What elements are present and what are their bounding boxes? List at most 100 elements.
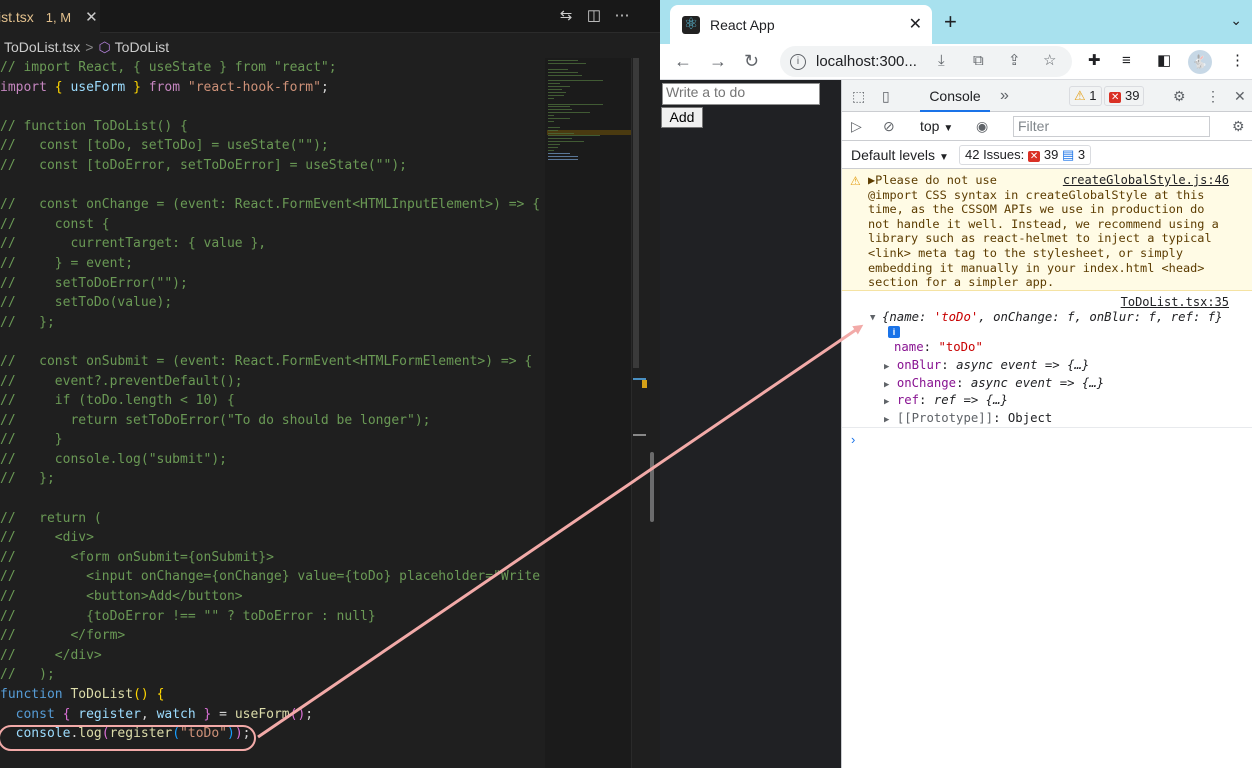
prop-prototype-row[interactable]: ▶ [[Prototype]]: Object <box>884 411 1052 425</box>
more-icon[interactable]: ⋯ <box>612 6 632 26</box>
code-line[interactable]: const { register, watch } = useForm(); <box>0 705 545 725</box>
code-line[interactable]: // } <box>0 430 545 450</box>
code-line[interactable]: // currentTarget: { value }, <box>0 234 545 254</box>
log-source-link[interactable]: ToDoList.tsx:35 <box>1121 295 1229 309</box>
breadcrumb-symbol[interactable]: ToDoList <box>115 39 169 55</box>
warning-count-badge[interactable]: ⚠ 1 <box>1069 86 1102 106</box>
kebab-menu-icon[interactable]: ⋮ <box>1230 51 1245 71</box>
code-line[interactable]: // event?.preventDefault(); <box>0 372 545 392</box>
code-line[interactable] <box>0 332 545 352</box>
code-line[interactable]: // const [toDoError, setToDoError] = use… <box>0 156 545 176</box>
code-line[interactable]: // return setToDoError("To do should be … <box>0 411 545 431</box>
address-bar[interactable]: i localhost:300... <box>780 46 1072 77</box>
code-line[interactable]: // ); <box>0 665 545 685</box>
info-icon[interactable]: i <box>888 326 900 338</box>
code-line[interactable]: // const onChange = (event: React.FormEv… <box>0 195 545 215</box>
close-icon[interactable]: ✕ <box>1234 88 1246 104</box>
bookmark-star-icon[interactable]: ☆ <box>1043 51 1056 71</box>
code-line[interactable] <box>0 176 545 196</box>
chevron-right-icon: > <box>85 39 94 55</box>
install-icon[interactable]: ⤓ <box>938 51 945 71</box>
gear-icon[interactable]: ⚙ <box>1232 118 1245 134</box>
code-line[interactable]: // <div> <box>0 528 545 548</box>
kebab-menu-icon[interactable]: ⋮ <box>1206 88 1220 104</box>
new-tab-button[interactable]: + <box>944 10 957 34</box>
clear-console-icon[interactable]: ⊘ <box>883 118 895 134</box>
code-line[interactable]: // </form> <box>0 626 545 646</box>
close-icon[interactable]: ✕ <box>909 14 922 34</box>
inspect-element-icon[interactable]: ⬚ <box>852 88 865 104</box>
object-summary[interactable]: ▼ {name: 'toDo', onChange: f, onBlur: f, … <box>870 310 1223 324</box>
code-line[interactable] <box>0 97 545 117</box>
code-line[interactable]: // import React, { useState } from "reac… <box>0 58 545 78</box>
default-levels-dropdown[interactable]: Default levels ▼ <box>851 147 949 163</box>
git-compare-icon[interactable]: ⇆ <box>556 6 576 26</box>
info-icon[interactable]: i <box>790 53 806 70</box>
chevron-down-icon[interactable]: ⌄ <box>1230 12 1242 29</box>
console-levels-row: Default levels ▼ 42 Issues: ✕ 39 ▤ 3 <box>842 141 1252 169</box>
react-logo-icon: ⚛ <box>682 15 700 34</box>
context-selector[interactable]: top ▼ <box>920 118 953 134</box>
extensions-icon[interactable]: ✚ <box>1088 51 1101 71</box>
breadcrumb-file[interactable]: ToDoList.tsx <box>4 39 80 55</box>
minimap-line <box>548 103 603 105</box>
code-line[interactable]: // <form onSubmit={onSubmit}> <box>0 548 545 568</box>
code-line[interactable]: // }; <box>0 313 545 333</box>
code-line[interactable]: // console.log("submit"); <box>0 450 545 470</box>
issues-button[interactable]: 42 Issues: ✕ 39 ▤ 3 <box>959 145 1092 165</box>
side-panel-icon[interactable]: ◧ <box>1157 51 1171 71</box>
media-control-icon[interactable]: ≡ <box>1122 51 1131 71</box>
code-line[interactable]: // setToDoError(""); <box>0 274 545 294</box>
editor-tab-todolist[interactable]: ist.tsx 1, M ✕ <box>0 0 100 33</box>
code-area[interactable]: // import React, { useState } from "reac… <box>0 58 545 744</box>
code-line[interactable]: // }; <box>0 469 545 489</box>
code-line[interactable] <box>0 489 545 509</box>
code-line[interactable]: // </div> <box>0 646 545 666</box>
code-line[interactable]: // <button>Add</button> <box>0 587 545 607</box>
code-line[interactable]: // <input onChange={onChange} value={toD… <box>0 567 545 587</box>
filter-input[interactable]: Filter <box>1013 116 1210 137</box>
device-toolbar-icon[interactable]: ▯ <box>882 88 890 104</box>
browser-tab-react-app[interactable]: ⚛ React App ✕ <box>670 5 932 44</box>
split-sash[interactable] <box>650 452 654 522</box>
eye-icon[interactable]: ◉ <box>976 118 988 134</box>
split-editor-icon[interactable]: ◫ <box>584 6 604 26</box>
code-line[interactable]: // } = event; <box>0 254 545 274</box>
error-count-badge[interactable]: ✕ 39 <box>1104 86 1145 106</box>
code-line[interactable]: // return ( <box>0 509 545 529</box>
share-icon[interactable]: ⇪ <box>1008 51 1021 71</box>
code-line[interactable]: // const onSubmit = (event: React.FormEv… <box>0 352 545 372</box>
prop-ref-row[interactable]: ▶ ref: ref => {…} <box>884 393 1008 407</box>
editor-scrollbar[interactable] <box>631 58 647 768</box>
avatar[interactable]: 🐇 <box>1188 50 1212 74</box>
minimap-line <box>548 89 562 90</box>
code-line[interactable]: // if (toDo.length < 10) { <box>0 391 545 411</box>
more-tabs-icon[interactable]: » <box>1000 88 1009 104</box>
tab-console[interactable]: Console <box>920 80 990 112</box>
minimap[interactable] <box>545 58 631 768</box>
warning-source-link[interactable]: createGlobalStyle.js:46 <box>1063 173 1229 187</box>
sidebar-toggle-icon[interactable]: ▷ <box>851 118 862 134</box>
close-icon[interactable]: ✕ <box>85 8 98 26</box>
todo-input[interactable]: Write a to do <box>662 83 820 105</box>
code-line[interactable]: // const [toDo, setToDo] = useState(""); <box>0 136 545 156</box>
add-button[interactable]: Add <box>661 107 703 128</box>
code-line[interactable]: function ToDoList() { <box>0 685 545 705</box>
prop-onchange-row[interactable]: ▶ onChange: async event => {…} <box>884 376 1104 390</box>
prop-value: async event => {…} <box>956 358 1090 372</box>
code-line[interactable]: // {toDoError !== "" ? toDoError : null} <box>0 607 545 627</box>
gear-icon[interactable]: ⚙ <box>1173 88 1186 104</box>
reload-icon[interactable]: ↻ <box>744 50 759 72</box>
back-icon[interactable]: ← <box>674 50 692 72</box>
minimap-line <box>548 129 558 131</box>
scrollbar-thumb[interactable] <box>633 58 639 368</box>
code-line[interactable]: // setToDo(value); <box>0 293 545 313</box>
code-line[interactable]: import { useForm } from "react-hook-form… <box>0 78 545 98</box>
devtools-panel: ⬚ ▯ Console » ⚠ 1 ✕ 39 ⚙ ⋮ ✕ ▷ ⊘ top ▼ ◉… <box>841 80 1252 768</box>
code-line[interactable]: // function ToDoList() { <box>0 117 545 137</box>
translate-icon[interactable]: ⧉ <box>973 51 984 71</box>
prop-onblur-row[interactable]: ▶ onBlur: async event => {…} <box>884 358 1089 372</box>
forward-icon[interactable]: → <box>709 50 727 72</box>
console-prompt-icon[interactable]: › <box>851 432 855 447</box>
code-line[interactable]: // const { <box>0 215 545 235</box>
